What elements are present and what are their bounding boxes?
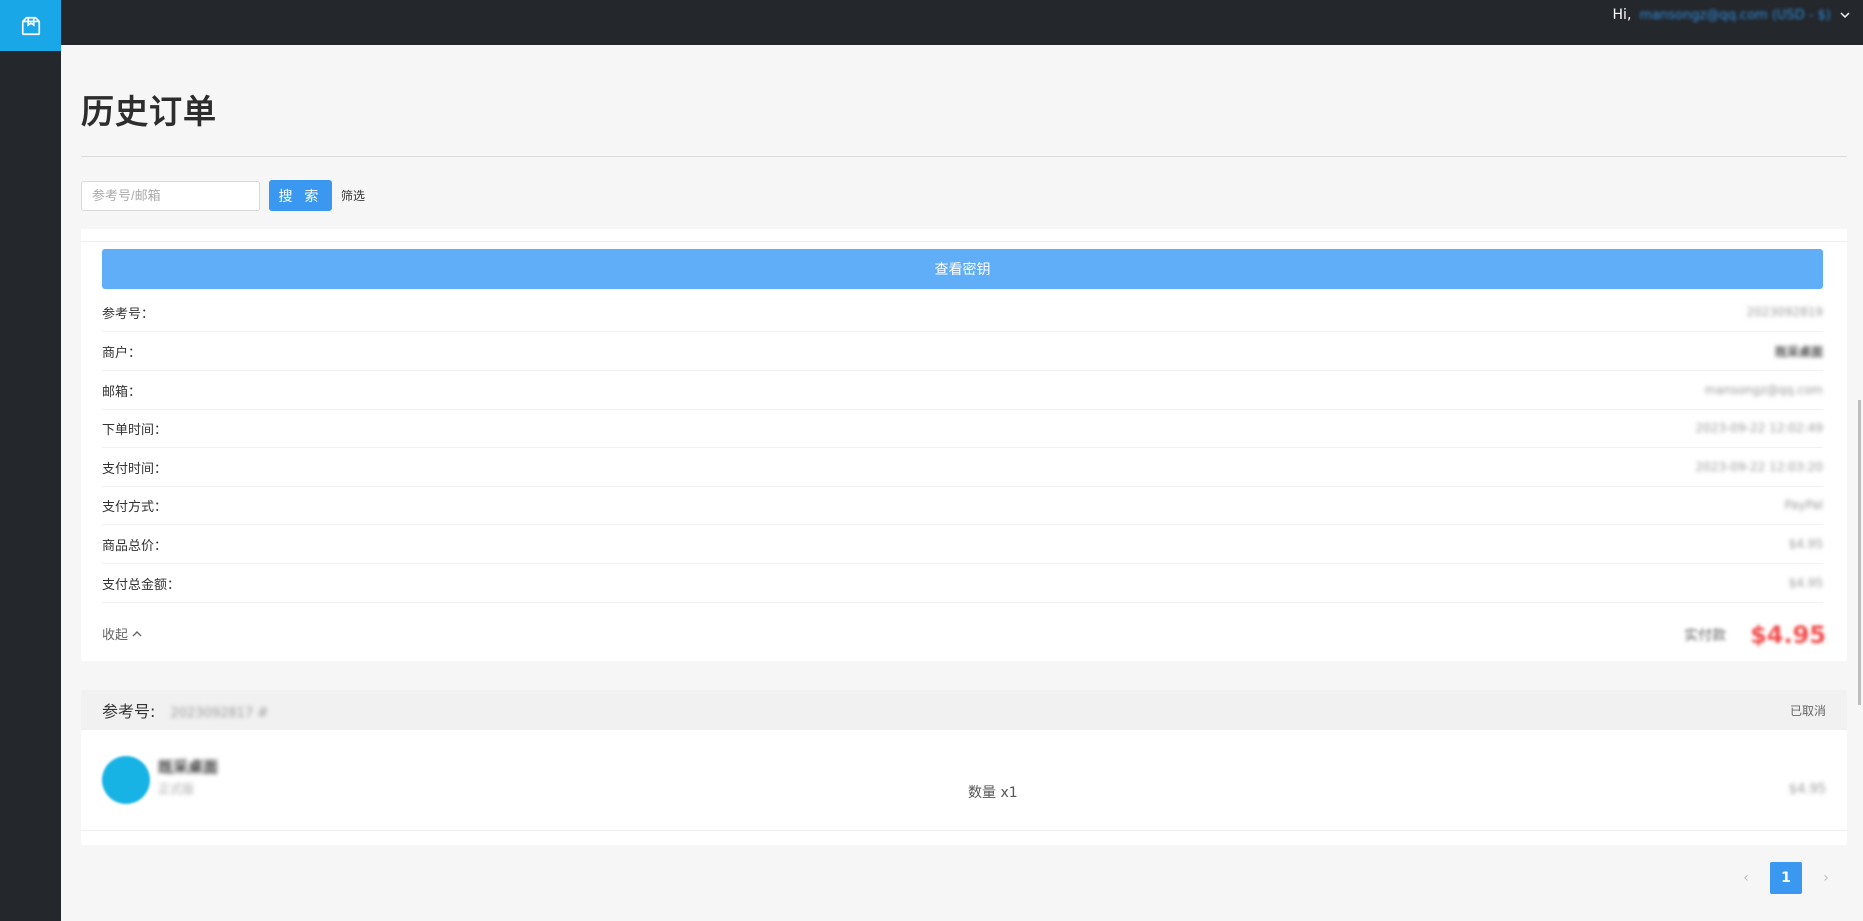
page-title: 历史订单: [81, 92, 217, 131]
chevron-down-icon[interactable]: [1839, 9, 1851, 21]
detail-value: mansongz@qq.com: [1704, 383, 1823, 397]
scrollbar[interactable]: [1858, 400, 1861, 705]
detail-label: 商户：: [102, 345, 142, 361]
product-variant: 正式版: [158, 782, 195, 796]
next-page-button[interactable]: ›: [1814, 870, 1838, 886]
status-badge: 已取消: [1789, 703, 1826, 718]
view-key-button[interactable]: 查看密钥: [102, 249, 1823, 289]
detail-row-merchant: 商户： 既采桌面: [102, 332, 1823, 371]
detail-label: 参考号：: [102, 306, 155, 322]
order-detail-card: 查看密钥 参考号： 2023092819 商户： 既采桌面 邮箱： manson…: [81, 229, 1847, 661]
detail-label: 支付总金额：: [102, 577, 181, 593]
item-price: $4.95: [1788, 782, 1826, 797]
quantity-text: 数量 x1: [968, 785, 1018, 801]
order-card: 参考号: 2023092817 # 已取消 既采桌面 正式版 数量 x1 $4.…: [81, 690, 1847, 845]
detail-value: $4.95: [1788, 537, 1823, 551]
detail-row-goods-total: 商品总价： $4.95: [102, 525, 1823, 564]
product-avatar: [102, 756, 150, 804]
detail-row-order-time: 下单时间： 2023-09-22 12:02:49: [102, 409, 1823, 448]
detail-value: $4.95: [1788, 576, 1823, 590]
paid-summary: 实付款 $4.95: [1684, 621, 1826, 649]
divider: [81, 156, 1847, 157]
reference-number: 2023092817 #: [170, 706, 269, 721]
detail-label: 商品总价：: [102, 538, 168, 554]
main-content: 历史订单 搜 索 筛选 查看密钥 参考号： 2023092819 商户： 既采桌…: [81, 45, 1847, 845]
greeting-text: Hi,: [1612, 7, 1632, 23]
search-input[interactable]: [81, 180, 260, 211]
detail-value: 2023092819: [1746, 305, 1823, 319]
paid-amount: $4.95: [1750, 621, 1826, 649]
user-email[interactable]: mansongz@qq.com (USD - $): [1639, 8, 1831, 23]
detail-label: 支付时间：: [102, 461, 168, 477]
paid-label: 实付款: [1684, 628, 1727, 644]
detail-row-pay-method: 支付方式： PayPal: [102, 486, 1823, 525]
collapse-toggle[interactable]: 收起: [102, 624, 143, 643]
detail-label: 下单时间：: [102, 422, 168, 438]
filter-link[interactable]: 筛选: [341, 187, 365, 204]
detail-value: 既采桌面: [1774, 344, 1823, 359]
page-1-button[interactable]: 1: [1770, 862, 1802, 894]
detail-row-pay-time: 支付时间： 2023-09-22 12:03:20: [102, 448, 1823, 487]
pagination: ‹ 1 ›: [1734, 862, 1838, 894]
order-header: 参考号: 2023092817 # 已取消: [81, 690, 1847, 730]
detail-row-email: 邮箱： mansongz@qq.com: [102, 371, 1823, 410]
search-toolbar: 搜 索 筛选: [81, 180, 1847, 211]
search-button[interactable]: 搜 索: [269, 180, 332, 211]
package-icon: [21, 16, 40, 35]
top-bar: Hi, mansongz@qq.com (USD - $): [61, 0, 1863, 45]
detail-row-reference: 参考号： 2023092819: [102, 293, 1823, 332]
detail-value: PayPal: [1784, 498, 1823, 512]
detail-value: 2023-09-22 12:02:49: [1695, 421, 1823, 435]
sidebar: [0, 0, 61, 921]
collapse-label: 收起: [102, 628, 129, 643]
detail-label: 邮箱：: [102, 384, 142, 400]
product-name: 既采桌面: [158, 758, 219, 776]
user-menu[interactable]: Hi, mansongz@qq.com (USD - $): [1613, 7, 1851, 23]
detail-row-pay-total: 支付总金额： $4.95: [102, 564, 1823, 603]
reference-label: 参考号:: [102, 702, 156, 721]
logo[interactable]: [0, 0, 61, 51]
chevron-up-icon: [132, 630, 142, 636]
order-item[interactable]: 既采桌面 正式版 数量 x1 $4.95: [81, 730, 1847, 831]
detail-value: 2023-09-22 12:03:20: [1695, 460, 1823, 474]
prev-page-button[interactable]: ‹: [1734, 870, 1758, 886]
detail-label: 支付方式：: [102, 499, 168, 515]
